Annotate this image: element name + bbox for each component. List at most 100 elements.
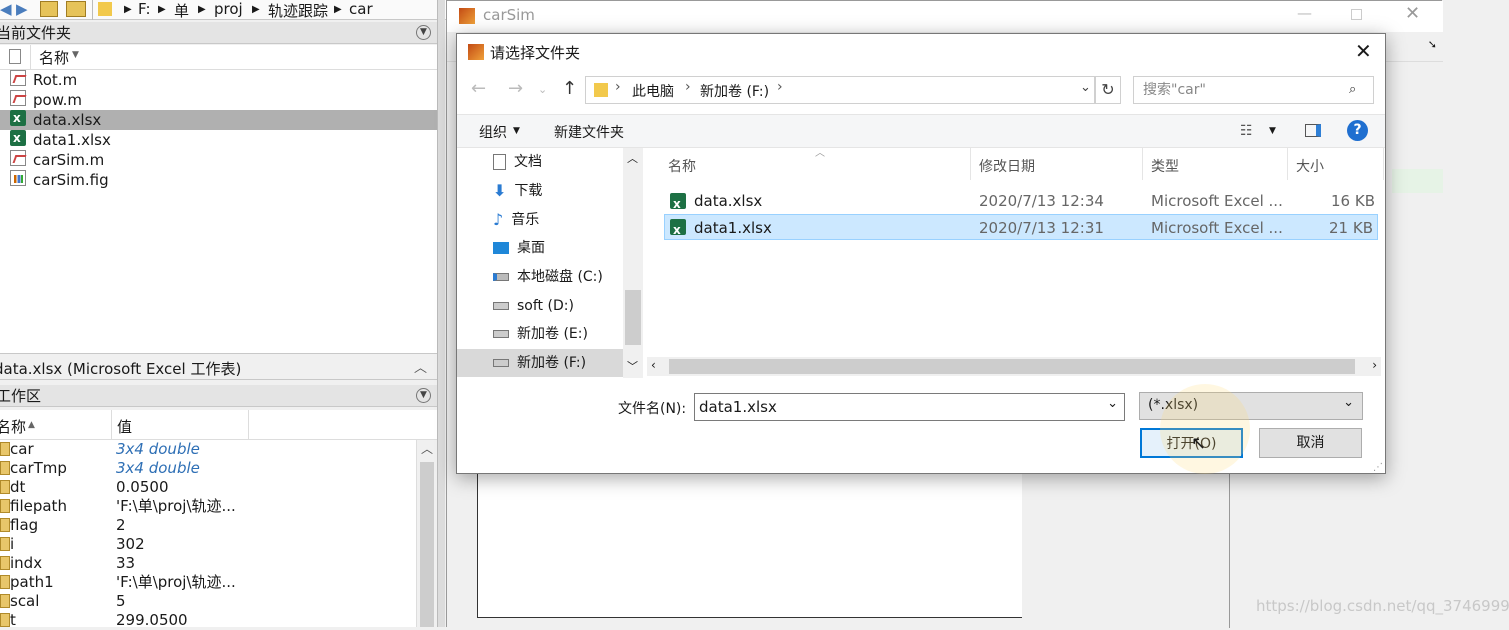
workspace-table: car 3x4 double carTmp 3x4 double dt 0.0500 … [0,440,437,630]
filter-select[interactable]: (*.xlsx) ⌄ [1139,392,1363,420]
tree-item-drive-c[interactable]: 本地磁盘 (C:) [493,263,603,291]
variable-row[interactable]: car 3x4 double [0,440,437,459]
filename-input[interactable]: data1.xlsx ⌄ [694,393,1125,421]
forward-icon[interactable]: → [508,78,523,99]
scroll-left-icon[interactable]: ‹ [651,358,656,372]
column-type[interactable]: 类型 [1151,156,1179,176]
tree-item-music[interactable]: ♪ 音乐 [493,206,539,234]
help-icon[interactable]: ? [1347,120,1368,141]
search-input[interactable]: 搜索"car" [1133,76,1374,104]
scroll-up-icon[interactable]: ︿ [627,150,638,166]
file-item[interactable]: data1.xlsx [0,128,437,150]
back-icon[interactable]: ← [471,78,486,99]
horizontal-scrollbar[interactable]: ‹ › [647,357,1381,376]
value-column-header[interactable]: 值 [117,416,132,437]
variable-row[interactable]: i 302 [0,535,437,554]
path-segment[interactable]: 轨迹跟踪 [268,0,328,21]
chevron-down-icon: ▼ [513,126,520,136]
new-folder-button[interactable]: 新建文件夹 [554,122,624,142]
tree-item-desktop[interactable]: 桌面 [493,234,545,262]
close-icon[interactable]: ✕ [1405,3,1420,24]
column-modified[interactable]: 修改日期 [979,156,1035,176]
tree-item-drive-f[interactable]: 新加卷 (F:) [457,349,623,377]
scroll-thumb[interactable] [669,359,1355,374]
matlab-logo-icon [468,44,484,60]
variable-row[interactable]: t 299.0500 [0,611,437,630]
variable-row[interactable]: indx 33 [0,554,437,573]
path-segment[interactable]: car [349,0,373,18]
chevron-down-icon[interactable]: ▼ [1269,126,1276,136]
tree-item-documents[interactable]: 文档 [493,148,542,176]
drive-icon [493,302,509,310]
scroll-up-icon[interactable]: ︿ [421,440,433,457]
path-bar: ◀ ▶ ▶ F: ▶ 单 ▶ proj ▶ 轨迹跟踪 ▶ car [0,0,450,20]
scroll-thumb[interactable] [420,462,434,627]
organize-button[interactable]: 组织 [479,122,507,142]
variable-row[interactable]: dt 0.0500 [0,478,437,497]
excel-file-icon [670,191,686,217]
variable-row[interactable]: path1 'F:\单\proj\轨迹... [0,573,437,592]
file-item[interactable]: Rot.m [0,70,437,90]
variable-row[interactable]: carTmp 3x4 double [0,459,437,478]
up-icon[interactable]: ↑ [562,78,577,99]
preview-pane-icon[interactable] [1305,124,1321,137]
name-column-header[interactable]: 名称 [0,416,26,437]
highlight-band [1392,169,1443,193]
tree-item-downloads[interactable]: ⬇ 下载 [493,177,542,205]
variable-icon [0,518,10,532]
dialog-toolbar: 组织 ▼ 新建文件夹 ☷ ▼ ? [457,114,1385,148]
workspace-scrollbar[interactable]: ︿ [416,440,437,627]
tree-scrollbar[interactable]: ︿ ﹀ [623,148,643,378]
panel-splitter[interactable] [437,0,445,627]
recent-chevron-icon[interactable]: ⌄ [538,83,547,96]
resize-grip-icon[interactable]: ⋰ [1373,462,1383,473]
path-segment[interactable]: proj [214,0,243,18]
panel-menu-icon[interactable]: ▼ [416,25,431,40]
tree-item-drive-d[interactable]: soft (D:) [493,292,574,320]
maximize-icon[interactable] [1351,9,1362,20]
browse-folder-icon[interactable] [66,1,86,17]
mouse-cursor-icon: ↖ [1191,433,1207,454]
file-item[interactable]: pow.m [0,90,437,110]
minimize-icon[interactable]: — [1297,4,1312,22]
variable-row[interactable]: scal 5 [0,592,437,611]
close-icon[interactable]: ✕ [1355,39,1372,63]
refresh-icon[interactable]: ↻ [1095,76,1121,104]
path-segment[interactable]: 单 [174,0,189,21]
file-item[interactable]: carSim.fig [0,170,437,190]
scroll-down-icon[interactable]: ﹀ [627,358,638,374]
file-item[interactable]: carSim.m [0,150,437,170]
forward-arrow-icon[interactable]: ▶ [16,0,28,18]
cancel-button[interactable]: 取消 [1259,428,1362,458]
path-segment[interactable]: F: [138,0,151,18]
scroll-thumb[interactable] [625,290,641,345]
variable-row[interactable]: flag 2 [0,516,437,535]
file-row[interactable]: data.xlsx 2020/7/13 12:34 Microsoft Exce… [665,188,1379,217]
address-segment[interactable]: 此电脑 [632,81,674,101]
excel-file-icon [10,108,26,128]
up-folder-icon[interactable] [40,1,58,17]
dock-arrow-icon[interactable]: ➘ [1428,38,1437,51]
folder-picker-dialog: 请选择文件夹 ✕ ← → ⌄ ↑ › 此电脑 › 新加卷 (F:) › ⌄ ↻ … [456,33,1386,474]
chevron-down-icon[interactable]: ⌄ [1107,396,1118,411]
drive-icon [493,273,509,281]
variable-row[interactable]: filepath 'F:\单\proj\轨迹... [0,497,437,516]
sort-down-icon: ▼ [72,50,79,60]
file-row[interactable]: data1.xlsx 2020/7/13 12:31 Microsoft Exc… [664,214,1378,243]
variable-icon [0,594,10,608]
column-size[interactable]: 大小 [1296,156,1324,176]
chevron-up-icon[interactable]: ︿ [414,357,427,376]
address-dropdown-icon[interactable]: ⌄ [1080,80,1091,95]
view-options-icon[interactable]: ☷ [1240,123,1253,139]
file-item[interactable]: data.xlsx [0,108,437,130]
details-bar[interactable]: data.xlsx (Microsoft Excel 工作表) ︿ [0,353,437,380]
back-arrow-icon[interactable]: ◀ [0,0,12,18]
panel-menu-icon[interactable]: ▼ [416,388,431,403]
name-column-header[interactable]: 名称 [39,47,69,68]
tree-item-drive-e[interactable]: 新加卷 (E:) [493,320,588,348]
address-segment[interactable]: 新加卷 (F:) [700,81,769,101]
workspace-header: 工作区 ▼ [0,385,437,407]
address-bar[interactable]: › 此电脑 › 新加卷 (F:) › ⌄ [585,76,1095,104]
column-name[interactable]: 名称 [668,156,696,176]
scroll-right-icon[interactable]: › [1372,358,1377,372]
